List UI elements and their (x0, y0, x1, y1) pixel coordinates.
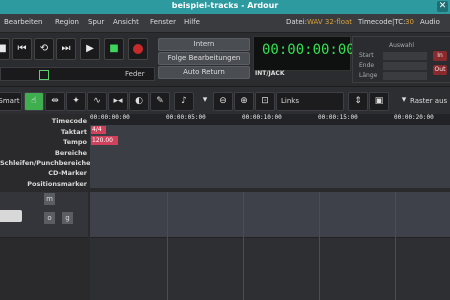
automation-button[interactable]: g (62, 212, 73, 224)
intern-button[interactable]: Intern (158, 38, 250, 51)
grid-line (319, 192, 320, 300)
goto-start-icon[interactable]: ⏮ (12, 38, 32, 60)
cut-tool-icon[interactable]: ✦ (66, 92, 86, 111)
ruler-label-meter[interactable]: Taktart (0, 128, 87, 136)
stretch-tool-icon[interactable]: ▸◂ (108, 92, 128, 111)
loop-icon[interactable]: ⟲ (34, 38, 54, 60)
marker-ruler[interactable] (90, 177, 450, 189)
menu-ansicht[interactable]: Ansicht (113, 18, 139, 26)
selection-panel: Auswahl Start Ende Länge In Out (352, 36, 450, 83)
transport-bar: ■ ⏮ ⟲ ⏭ ▶ ■ Feder Intern Folge Bearbeitu… (0, 33, 450, 83)
timecode-label: Timecode|TC: (358, 18, 406, 26)
zoom-focus-icon[interactable]: ⇕ (348, 92, 368, 111)
stop-icon[interactable]: ■ (104, 38, 124, 60)
edit-mode-dropdown-icon[interactable]: ▾ (196, 92, 214, 109)
ruler-tick: 00:00:20:00 (394, 114, 434, 121)
nudge-forward-icon[interactable]: ⊕ (234, 92, 254, 111)
ruler-area: Timecode Taktart Tempo Bereiche Schleife… (0, 114, 450, 192)
feder-panel: Feder (0, 67, 155, 81)
audition-tool-icon[interactable]: ◐ (129, 92, 149, 111)
timecode-value: 30 (405, 18, 414, 26)
track-name-field[interactable] (0, 210, 22, 222)
gain-tool-icon[interactable]: ∿ (87, 92, 107, 111)
audio-label: Audio (420, 18, 440, 26)
menu-spur[interactable]: Spur (88, 18, 104, 26)
ruler-tick: 00:00:10:00 (242, 114, 282, 121)
midi-input-button[interactable]: m (44, 193, 55, 205)
selection-length-field[interactable] (383, 72, 427, 80)
ruler-label-ranges[interactable]: Bereiche (0, 149, 87, 157)
edit-point-dropdown[interactable]: Links (276, 92, 344, 111)
ruler-tick: 00:00:05:00 (166, 114, 206, 121)
follow-edits-button[interactable]: Folge Bearbeitungen (158, 52, 250, 65)
tempo-marker[interactable]: 120.00 (91, 136, 118, 145)
menu-bar: Bearbeiten Region Spur Ansicht Fenster H… (0, 14, 450, 33)
menu-hilfe[interactable]: Hilfe (184, 18, 200, 26)
selection-start-label: Start (359, 52, 374, 59)
track-canvas: m o g (0, 192, 450, 300)
ruler-label-cd-markers[interactable]: CD-Marker (0, 169, 87, 177)
draw-tool-icon[interactable]: ✎ (150, 92, 170, 111)
ruler-tick: 00:00:00:00 (90, 114, 130, 121)
playlist-button[interactable]: o (44, 212, 55, 224)
ruler-tick: 00:00:15:00 (318, 114, 358, 121)
file-format-label: Datei: (286, 18, 308, 26)
edit-point-label: Links (281, 97, 299, 105)
auto-return-button[interactable]: Auto Return (158, 66, 250, 79)
close-icon[interactable]: ✕ (437, 1, 448, 12)
save-icon[interactable]: ▣ (369, 92, 389, 111)
grid-line (395, 192, 396, 300)
meter-marker[interactable]: 4/4 (91, 126, 106, 134)
grid-line (167, 192, 168, 300)
record-icon (133, 44, 143, 54)
menu-bearbeiten[interactable]: Bearbeiten (4, 18, 42, 26)
selection-start-field[interactable] (383, 52, 427, 60)
ruler-label-markers[interactable]: Positionsmarker (0, 180, 87, 188)
ruler-label-loop-punch[interactable]: Schleifen/Punchbereiche (0, 159, 91, 167)
grid-mode-label[interactable]: Raster aus (410, 97, 447, 105)
file-format-value: WAV 32-float (307, 18, 353, 26)
grid-line (243, 192, 244, 300)
play-icon[interactable]: ▶ (80, 38, 100, 60)
smart-mode-button[interactable]: Smart (0, 92, 22, 111)
grab-tool-icon[interactable]: ☝ (24, 92, 44, 111)
selection-title: Auswahl (389, 42, 415, 49)
range-tool-icon[interactable]: ⇹ (45, 92, 65, 111)
selection-end-label: Ende (359, 62, 375, 69)
record-button[interactable] (128, 38, 148, 60)
menu-region[interactable]: Region (55, 18, 79, 26)
feder-label: Feder (125, 70, 145, 78)
track-header[interactable]: m o g (0, 192, 88, 238)
sync-source-label: INT/JACK (255, 70, 285, 77)
internal-edit-icon[interactable]: ♪ (174, 92, 194, 111)
clock-value: 00:00:00:00 (262, 42, 355, 58)
ruler-label-timecode[interactable]: Timecode (0, 117, 87, 125)
track-region-lane[interactable] (90, 192, 450, 238)
punch-out-button[interactable]: Out (433, 65, 447, 75)
punch-in-button[interactable]: In (433, 51, 447, 61)
window-title: beispiel-tracks - Ardour (171, 1, 279, 10)
goto-end-icon[interactable]: ⏭ (56, 38, 76, 60)
ruler-label-tempo[interactable]: Tempo (0, 138, 87, 146)
primary-clock[interactable]: 00:00:00:00 (253, 36, 355, 71)
menu-fenster[interactable]: Fenster (150, 18, 176, 26)
empty-track-area[interactable] (90, 238, 450, 300)
feder-checkbox[interactable] (39, 70, 49, 80)
title-bar: beispiel-tracks - Ardour ✕ (0, 0, 450, 14)
nudge-back-icon[interactable]: ⊖ (213, 92, 233, 111)
nudge-clock-icon[interactable]: ⊡ (255, 92, 275, 111)
midi-panic-button[interactable]: ■ (0, 38, 10, 60)
selection-length-label: Länge (359, 72, 378, 79)
selection-end-field[interactable] (383, 62, 427, 70)
edit-toolbar: Smart ☝ ⇹ ✦ ∿ ▸◂ ◐ ✎ ♪ ▾ ⊖ ⊕ ⊡ Links ⇕ ▣… (0, 86, 450, 114)
